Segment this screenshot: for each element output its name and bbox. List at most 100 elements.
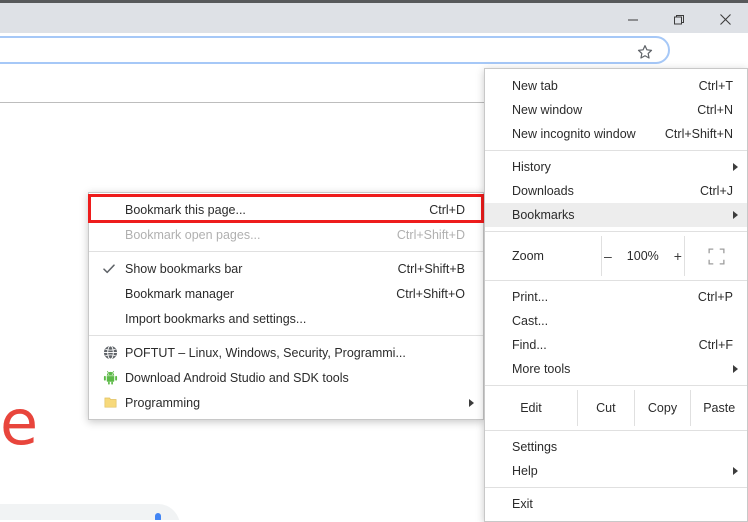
menu-item-label: POFTUT – Linux, Windows, Security, Progr… — [125, 345, 406, 360]
menu-item-print[interactable]: Print... Ctrl+P — [485, 285, 747, 309]
menu-separator — [89, 251, 483, 252]
menu-separator — [89, 335, 483, 336]
menu-item-label: Find... — [512, 338, 547, 352]
menu-item-bookmark-manager[interactable]: Bookmark manager Ctrl+Shift+O — [89, 281, 483, 306]
zoom-level-value: 100% — [626, 249, 659, 263]
menu-item-import-bookmarks-and-settings[interactable]: Import bookmarks and settings... — [89, 306, 483, 331]
microphone-icon[interactable] — [148, 512, 168, 520]
browser-window: e + Boo — [0, 0, 748, 522]
menu-item-label: Help — [512, 464, 538, 478]
menu-separator — [485, 231, 747, 232]
menu-item-label: Programming — [125, 395, 201, 410]
menu-item-shortcut: Ctrl+F — [698, 338, 733, 352]
minimize-button[interactable] — [610, 3, 656, 36]
zoom-out-button[interactable]: – — [604, 248, 612, 264]
bookmarks-submenu[interactable]: Bookmark this page... Ctrl+D Bookmark op… — [88, 192, 484, 420]
menu-item-find[interactable]: Find... Ctrl+F — [485, 333, 747, 357]
menu-item-label: Import bookmarks and settings... — [125, 311, 307, 326]
menu-item-more-tools[interactable]: More tools — [485, 357, 747, 381]
close-button[interactable] — [702, 3, 748, 36]
bookmark-star-button[interactable] — [636, 43, 654, 61]
menu-item-shortcut: Ctrl+Shift+O — [396, 286, 465, 301]
menu-row-edit: Edit Cut Copy Paste — [485, 390, 747, 426]
minimize-icon — [628, 19, 638, 20]
menu-separator — [485, 487, 747, 488]
google-logo: e — [0, 386, 39, 459]
window-controls — [610, 3, 748, 36]
menu-item-new-incognito-window[interactable]: New incognito window Ctrl+Shift+N — [485, 122, 747, 146]
browser-toolbar — [0, 33, 748, 97]
menu-item-shortcut: Ctrl+Shift+B — [397, 261, 465, 276]
menu-item-label: Bookmark manager — [125, 286, 235, 301]
android-icon — [102, 370, 118, 386]
menu-item-label: New window — [512, 103, 583, 117]
menu-item-new-tab[interactable]: New tab Ctrl+T — [485, 74, 747, 98]
edit-label: Edit — [520, 401, 542, 415]
restore-icon — [674, 14, 684, 24]
paste-button[interactable]: Paste — [690, 390, 747, 426]
chevron-right-icon — [733, 163, 738, 171]
zoom-in-button[interactable]: + — [674, 248, 682, 264]
menu-item-settings[interactable]: Settings — [485, 435, 747, 459]
maximize-button[interactable] — [656, 3, 702, 36]
menu-item-label: New tab — [512, 79, 558, 93]
menu-item-label: Print... — [512, 290, 549, 304]
menu-separator — [485, 385, 747, 386]
title-bar — [0, 0, 748, 33]
menu-item-downloads[interactable]: Downloads Ctrl+J — [485, 179, 747, 203]
bookmark-download-android-studio[interactable]: Download Android Studio and SDK tools — [89, 365, 483, 390]
menu-item-label: Downloads — [512, 184, 574, 198]
menu-item-show-bookmarks-bar[interactable]: Show bookmarks bar Ctrl+Shift+B — [89, 256, 483, 281]
copy-button[interactable]: Copy — [633, 390, 691, 426]
menu-item-shortcut: Ctrl+J — [700, 184, 733, 198]
menu-item-bookmarks[interactable]: Bookmarks — [485, 203, 747, 227]
menu-item-label: Bookmarks — [512, 208, 575, 222]
menu-item-label: Cast... — [512, 314, 549, 328]
cut-button[interactable]: Cut — [577, 390, 634, 426]
menu-item-label: Bookmark open pages... — [125, 227, 261, 242]
menu-item-bookmark-this-page[interactable]: Bookmark this page... Ctrl+D — [89, 197, 483, 222]
menu-item-label: More tools — [512, 362, 571, 376]
menu-item-label: Settings — [512, 440, 558, 454]
menu-item-label: Show bookmarks bar — [125, 261, 243, 276]
folder-icon — [102, 395, 118, 411]
chevron-right-icon — [733, 211, 738, 219]
zoom-label: Zoom — [512, 249, 544, 263]
chevron-right-icon — [733, 467, 738, 475]
zoom-controls: – 100% + — [601, 236, 685, 276]
menu-item-history[interactable]: History — [485, 155, 747, 179]
menu-item-label: New incognito window — [512, 127, 636, 141]
menu-item-label: Download Android Studio and SDK tools — [125, 370, 349, 385]
menu-item-bookmark-open-pages: Bookmark open pages... Ctrl+Shift+D — [89, 222, 483, 247]
menu-row-zoom: Zoom – 100% + — [485, 236, 747, 276]
menu-item-shortcut: Ctrl+Shift+D — [396, 227, 465, 242]
address-bar[interactable] — [0, 36, 670, 64]
star-icon — [637, 45, 653, 59]
menu-item-label: Exit — [512, 497, 533, 511]
microphone-glyph — [155, 513, 161, 520]
bookmark-folder-programming[interactable]: Programming — [89, 390, 483, 415]
menu-item-help[interactable]: Help — [485, 459, 747, 483]
menu-item-shortcut: Ctrl+D — [429, 202, 465, 217]
menu-item-exit[interactable]: Exit — [485, 492, 747, 516]
globe-icon — [102, 345, 118, 361]
chevron-right-icon — [469, 398, 474, 407]
check-icon — [103, 263, 115, 273]
menu-item-shortcut: Ctrl+T — [698, 79, 733, 93]
bookmark-poftut[interactable]: POFTUT – Linux, Windows, Security, Progr… — [89, 340, 483, 365]
menu-item-cast[interactable]: Cast... — [485, 309, 747, 333]
menu-item-label: History — [512, 160, 551, 174]
menu-item-shortcut: Ctrl+N — [697, 103, 733, 117]
menu-separator — [485, 280, 747, 281]
close-icon — [719, 14, 731, 25]
menu-separator — [485, 430, 747, 431]
chrome-main-menu[interactable]: New tab Ctrl+T New window Ctrl+N New inc… — [484, 68, 748, 522]
menu-separator — [485, 150, 747, 151]
menu-item-label: Bookmark this page... — [125, 202, 246, 217]
chevron-right-icon — [733, 365, 738, 373]
menu-item-new-window[interactable]: New window Ctrl+N — [485, 98, 747, 122]
menu-item-shortcut: Ctrl+Shift+N — [664, 127, 733, 141]
menu-item-shortcut: Ctrl+P — [697, 290, 733, 304]
fullscreen-button[interactable] — [685, 236, 747, 276]
fullscreen-icon — [707, 247, 725, 265]
